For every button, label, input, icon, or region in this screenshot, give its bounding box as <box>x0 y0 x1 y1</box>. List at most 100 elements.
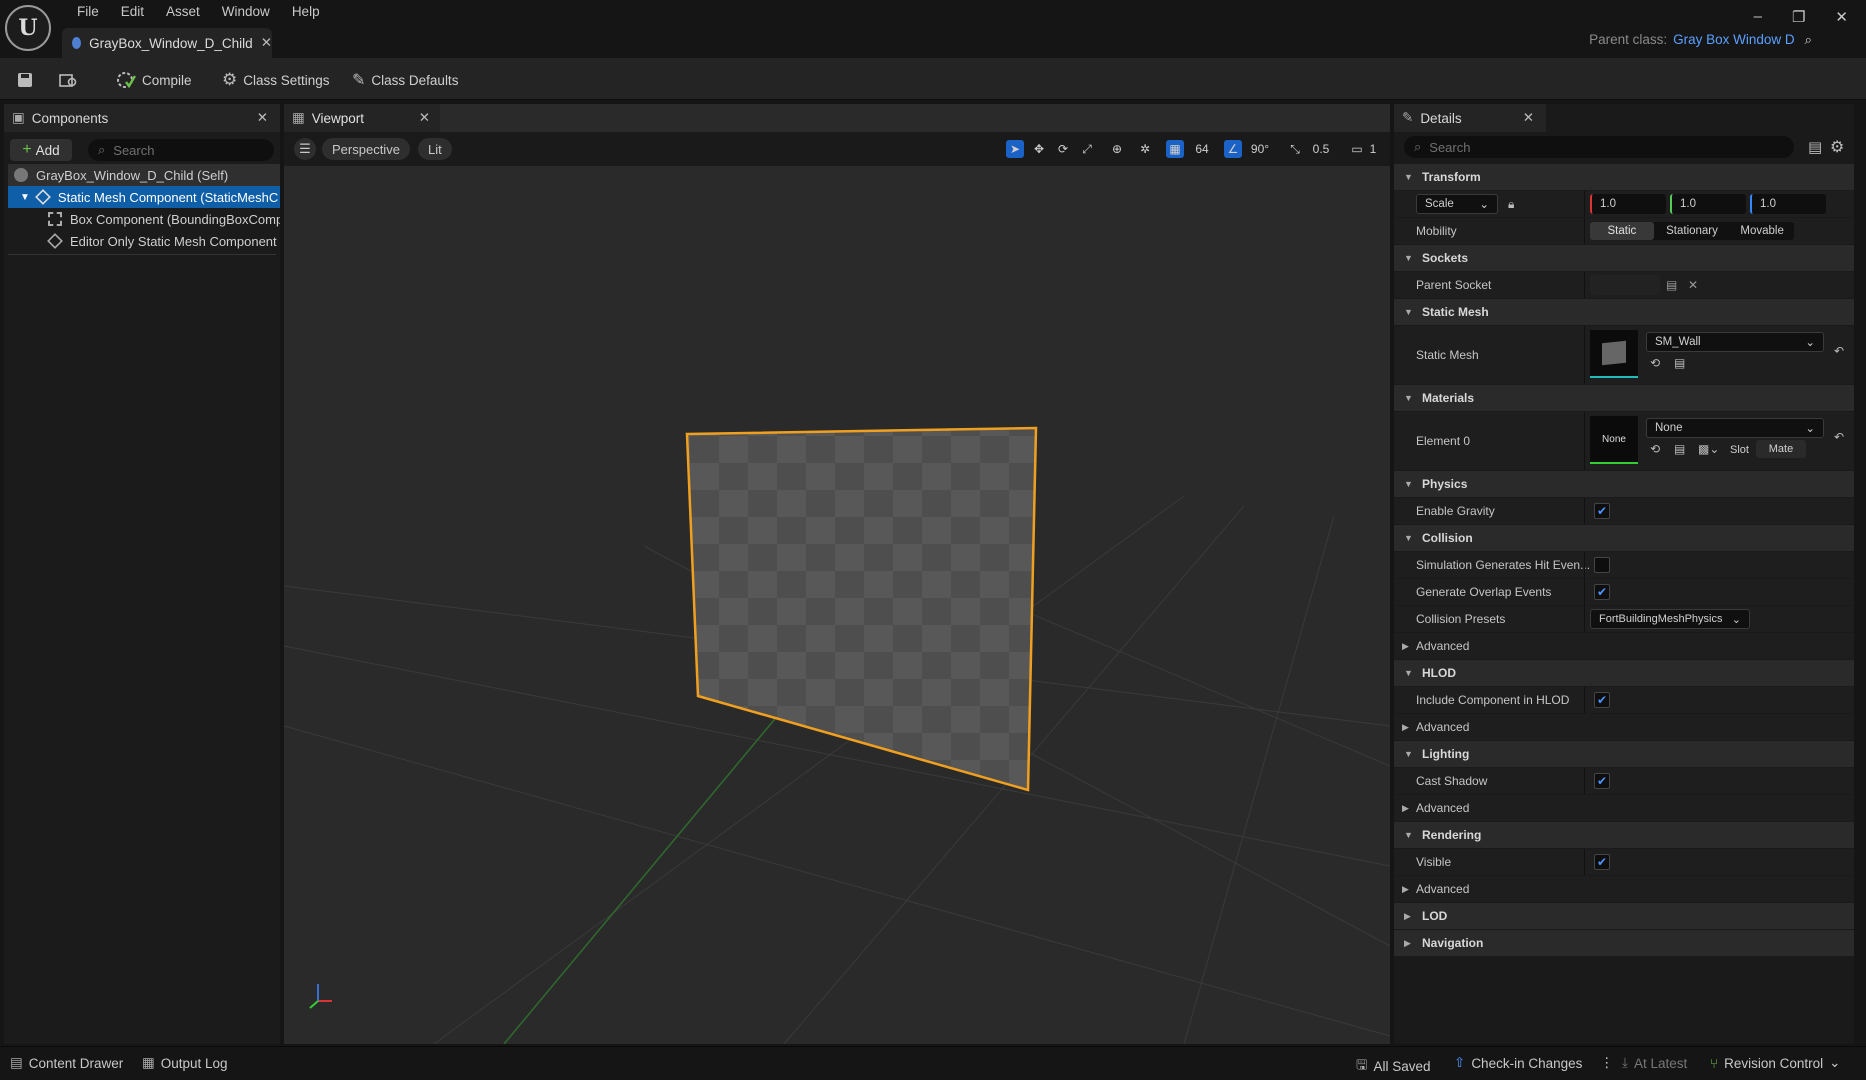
use-selected-icon[interactable]: ⟲ <box>1650 442 1660 456</box>
section-static-mesh[interactable]: ▼ Static Mesh <box>1394 299 1854 325</box>
viewport-tab[interactable]: ▦ Viewport ✕ <box>284 104 440 132</box>
include-hlod-checkbox[interactable]: ✔ <box>1594 692 1610 708</box>
tree-item-static-mesh[interactable]: ▼ Static Mesh Component (StaticMeshC <box>8 186 280 208</box>
add-component-button[interactable]: + Add <box>10 139 72 161</box>
scale-tool-icon[interactable]: ⤢ <box>1078 140 1096 158</box>
row-rendering-advanced[interactable]: ▶ Advanced <box>1394 876 1854 902</box>
revision-control-button[interactable]: ⑂ Revision Control ⌄ <box>1710 1055 1840 1071</box>
visible-checkbox[interactable]: ✔ <box>1594 854 1610 870</box>
hamburger-menu-icon[interactable]: ☰ <box>294 138 316 160</box>
close-icon[interactable]: ✕ <box>419 110 430 126</box>
gen-overlap-checkbox[interactable]: ✔ <box>1594 584 1610 600</box>
scale-snap-value[interactable]: 0.5 <box>1308 140 1334 158</box>
menu-help[interactable]: Help <box>281 3 331 23</box>
section-sockets[interactable]: ▼ Sockets <box>1394 245 1854 271</box>
collision-presets-dropdown[interactable]: FortBuildingMeshPhysics ⌄ <box>1590 609 1750 629</box>
section-collision[interactable]: ▼ Collision <box>1394 525 1854 551</box>
content-drawer-button[interactable]: ▤ Content Drawer <box>10 1055 123 1071</box>
menu-window[interactable]: Window <box>211 3 281 23</box>
class-settings-button[interactable]: ⚙ Class Settings <box>222 67 330 93</box>
scale-snap-icon[interactable]: ⤡ <box>1286 140 1304 158</box>
material-slot-field[interactable]: Mate <box>1756 440 1806 458</box>
scale-z-field[interactable]: 1.0 <box>1750 194 1826 214</box>
mobility-movable[interactable]: Movable <box>1730 222 1794 240</box>
search-icon[interactable]: ⌕ <box>1804 32 1812 47</box>
grid-snap-value[interactable]: 64 <box>1190 140 1214 158</box>
lock-icon[interactable]: 🔒︎ <box>1508 197 1514 212</box>
row-hlod-advanced[interactable]: ▶ Advanced <box>1394 714 1854 740</box>
browse-icon[interactable]: ▤ <box>1674 442 1685 456</box>
mobility-stationary[interactable]: Stationary <box>1654 222 1731 240</box>
parent-socket-field[interactable] <box>1590 275 1660 295</box>
section-navigation[interactable]: ▶ Navigation <box>1394 930 1854 956</box>
grid-snap-icon[interactable]: ▦ <box>1166 140 1184 158</box>
menu-file[interactable]: File <box>66 3 110 23</box>
minimize-icon[interactable]: – <box>1754 8 1762 26</box>
at-latest-button[interactable]: ⤓ At Latest <box>1622 1055 1687 1071</box>
all-saved-button[interactable]: 🖫︎ All Saved <box>1356 1055 1431 1078</box>
restore-icon[interactable]: ❐ <box>1792 8 1805 26</box>
lit-button[interactable]: Lit <box>418 138 452 160</box>
document-tab[interactable]: GrayBox_Window_D_Child ✕ <box>62 28 272 58</box>
rotation-snap-icon[interactable]: ∠ <box>1224 140 1242 158</box>
select-tool-icon[interactable]: ➤ <box>1006 140 1024 158</box>
output-log-button[interactable]: ▦ Output Log <box>142 1055 228 1071</box>
table-view-icon[interactable]: ▤ <box>1808 138 1822 156</box>
camera-speed-value[interactable]: 1 <box>1366 140 1380 158</box>
more-options-icon[interactable]: ⋮ <box>1600 1055 1614 1071</box>
world-space-icon[interactable]: ⊕ <box>1108 140 1126 158</box>
section-lod[interactable]: ▶ LOD <box>1394 903 1854 929</box>
unreal-logo-icon[interactable]: U <box>5 5 51 51</box>
surface-snap-icon[interactable]: ✲ <box>1136 140 1154 158</box>
section-physics[interactable]: ▼ Physics <box>1394 471 1854 497</box>
clear-icon[interactable]: ✕ <box>1688 278 1698 292</box>
material-dropdown[interactable]: None ⌄ <box>1646 418 1824 438</box>
mobility-static[interactable]: Static <box>1590 222 1654 240</box>
components-search-input[interactable]: ⌕ Search <box>88 139 274 161</box>
scale-dropdown[interactable]: Scale ⌄ <box>1416 194 1498 214</box>
details-search-input[interactable]: ⌕ Search <box>1404 136 1794 158</box>
scale-y-field[interactable]: 1.0 <box>1670 194 1746 214</box>
translate-tool-icon[interactable]: ✥ <box>1030 140 1048 158</box>
cast-shadow-checkbox[interactable]: ✔ <box>1594 773 1610 789</box>
details-tab[interactable]: ✎ Details ✕ <box>1394 104 1546 132</box>
enable-gravity-checkbox[interactable]: ✔ <box>1594 503 1610 519</box>
reset-icon[interactable]: ↶ <box>1834 430 1844 444</box>
tree-item-box[interactable]: Box Component (BoundingBoxComp <box>8 208 280 230</box>
section-lighting[interactable]: ▼ Lighting <box>1394 741 1854 767</box>
components-tab[interactable]: ▣ Components ✕ <box>4 104 280 132</box>
section-rendering[interactable]: ▼ Rendering <box>1394 822 1854 848</box>
rotate-tool-icon[interactable]: ⟳ <box>1054 140 1072 158</box>
static-mesh-thumbnail[interactable] <box>1590 330 1638 378</box>
browse-button[interactable] <box>58 67 78 93</box>
tree-item-self[interactable]: GrayBox_Window_D_Child (Self) <box>8 164 280 186</box>
settings-icon[interactable]: ⚙ <box>1830 137 1844 157</box>
browse-icon[interactable]: ▤ <box>1666 278 1677 292</box>
check-in-button[interactable]: ⇧ Check-in Changes <box>1454 1055 1582 1071</box>
camera-speed-icon[interactable]: ▭ <box>1348 140 1366 158</box>
reset-icon[interactable]: ↶ <box>1834 344 1844 358</box>
section-hlod[interactable]: ▼ HLOD <box>1394 660 1854 686</box>
row-collision-advanced[interactable]: ▶ Advanced <box>1394 633 1854 659</box>
close-icon[interactable]: ✕ <box>257 110 268 126</box>
save-button[interactable] <box>16 67 34 93</box>
section-transform[interactable]: ▼ Transform <box>1394 164 1854 190</box>
tree-item-editor-mesh[interactable]: Editor Only Static Mesh Component ( <box>8 230 280 252</box>
compile-button[interactable]: Compile <box>116 67 192 93</box>
scale-x-field[interactable]: 1.0 <box>1590 194 1666 214</box>
browse-icon[interactable]: ▤ <box>1674 356 1685 370</box>
class-defaults-button[interactable]: ✎ Class Defaults <box>352 67 458 93</box>
use-selected-icon[interactable]: ⟲ <box>1650 356 1660 370</box>
viewport-panel[interactable]: ▦ Viewport ✕ ☰ Perspective Lit ➤ ✥ ⟳ ⤢ ⊕… <box>284 104 1390 1044</box>
perspective-button[interactable]: Perspective <box>322 138 410 160</box>
wall-mesh[interactable] <box>685 426 1038 792</box>
menu-asset[interactable]: Asset <box>155 3 211 23</box>
row-lighting-advanced[interactable]: ▶ Advanced <box>1394 795 1854 821</box>
material-options-icon[interactable]: ▩⌄ <box>1698 442 1719 456</box>
close-window-icon[interactable]: ✕ <box>1835 8 1848 26</box>
menu-edit[interactable]: Edit <box>110 3 155 23</box>
material-thumbnail[interactable]: None <box>1590 416 1638 464</box>
close-icon[interactable]: ✕ <box>261 35 272 51</box>
section-materials[interactable]: ▼ Materials <box>1394 385 1854 411</box>
static-mesh-dropdown[interactable]: SM_Wall ⌄ <box>1646 332 1824 352</box>
